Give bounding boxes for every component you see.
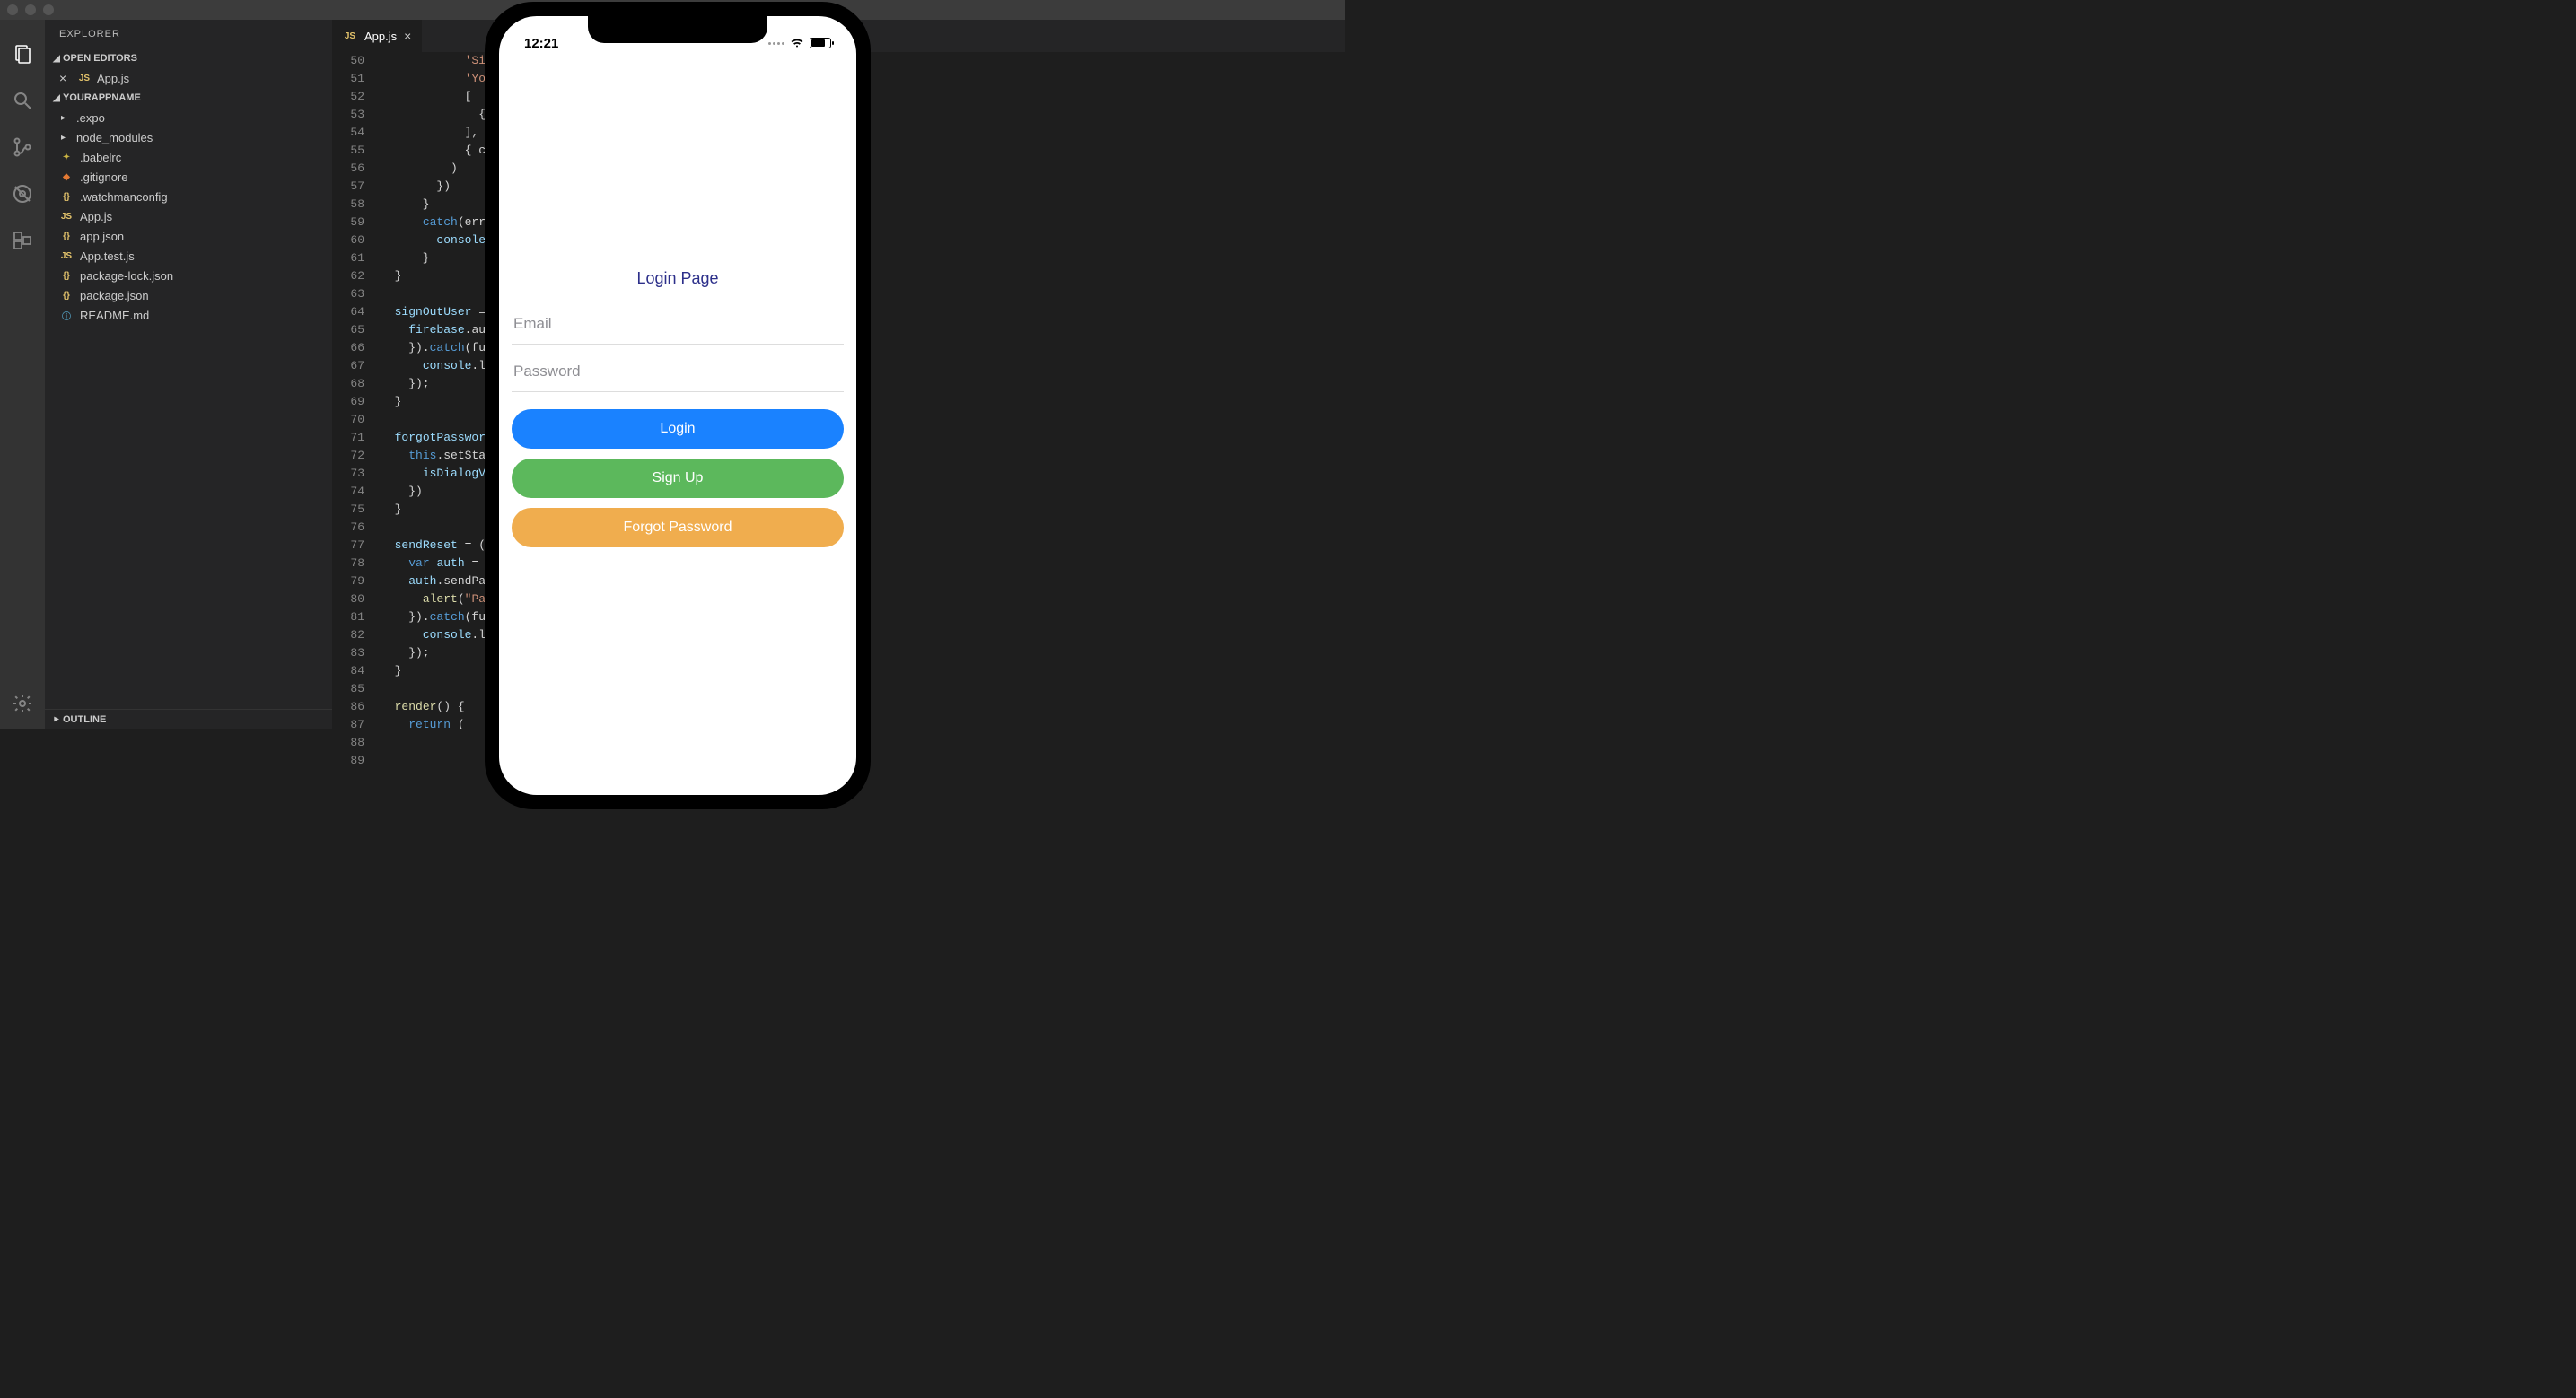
json-file-icon: {} <box>59 268 74 283</box>
phone-notch <box>588 16 767 43</box>
file-watchmanconfig[interactable]: {} .watchmanconfig <box>45 187 332 206</box>
tab-appjs[interactable]: JS App.js × <box>332 20 423 52</box>
open-editor-item[interactable]: × JS App.js <box>45 68 332 88</box>
extensions-icon[interactable] <box>10 228 35 253</box>
js-file-icon: JS <box>59 209 74 223</box>
explorer-icon[interactable] <box>10 41 35 66</box>
chevron-down-icon: ◢ <box>50 54 63 64</box>
file-label: package-lock.json <box>80 269 173 283</box>
file-appjs[interactable]: JS App.js <box>45 206 332 226</box>
chevron-right-icon: ▸ <box>61 133 70 143</box>
email-field[interactable] <box>512 304 844 345</box>
signup-button[interactable]: Sign Up <box>512 459 844 498</box>
outline-header[interactable]: ▸ OUTLINE <box>45 709 332 729</box>
password-field[interactable] <box>512 352 844 392</box>
file-label: app.json <box>80 230 124 243</box>
file-label: package.json <box>80 289 149 302</box>
outline-label: OUTLINE <box>63 714 106 725</box>
login-title: Login Page <box>512 269 844 288</box>
wifi-icon <box>790 38 804 48</box>
login-button[interactable]: Login <box>512 409 844 449</box>
sidebar-title: EXPLORER <box>45 20 332 48</box>
open-editors-label: OPEN EDITORS <box>63 53 137 64</box>
source-control-icon[interactable] <box>10 135 35 160</box>
tab-label: App.js <box>364 30 397 43</box>
file-appjson[interactable]: {} app.json <box>45 226 332 246</box>
file-readme[interactable]: ⓘ README.md <box>45 305 332 325</box>
settings-gear-icon[interactable] <box>10 691 35 716</box>
file-gitignore[interactable]: ◆ .gitignore <box>45 167 332 187</box>
folder-node-modules[interactable]: ▸ node_modules <box>45 127 332 147</box>
file-label: README.md <box>80 309 149 322</box>
close-icon[interactable]: × <box>404 29 411 43</box>
file-label: .babelrc <box>80 151 121 164</box>
search-icon[interactable] <box>10 88 35 113</box>
line-number-gutter: 50 51 52 53 54 55 56 57 58 59 60 61 62 6… <box>332 52 381 729</box>
js-file-icon: JS <box>59 249 74 263</box>
cellular-icon <box>768 42 784 45</box>
window-zoom-button[interactable] <box>43 4 54 15</box>
phone-screen: 12:21 Login Page Login Sign Up Forgot Pa… <box>499 16 856 795</box>
json-file-icon: {} <box>59 288 74 302</box>
chevron-right-icon: ▸ <box>50 714 63 724</box>
file-apptestjs[interactable]: JS App.test.js <box>45 246 332 266</box>
window-minimize-button[interactable] <box>25 4 36 15</box>
file-label: App.js <box>80 210 112 223</box>
explorer-sidebar: EXPLORER ◢ OPEN EDITORS × JS App.js ◢ YO… <box>45 20 332 729</box>
file-label: node_modules <box>76 131 153 144</box>
json-file-icon: {} <box>59 229 74 243</box>
window-close-button[interactable] <box>7 4 18 15</box>
project-label: YOURAPPNAME <box>63 92 141 103</box>
file-packagejson[interactable]: {} package.json <box>45 285 332 305</box>
status-time: 12:21 <box>524 36 558 51</box>
debug-icon[interactable] <box>10 181 35 206</box>
babel-file-icon: ✦ <box>59 150 74 164</box>
chevron-right-icon: ▸ <box>61 113 70 123</box>
battery-icon <box>810 38 831 48</box>
ios-simulator: 12:21 Login Page Login Sign Up Forgot Pa… <box>485 2 871 809</box>
file-label: App.test.js <box>80 249 135 263</box>
folder-expo[interactable]: ▸ .expo <box>45 108 332 127</box>
close-icon[interactable]: × <box>59 71 72 85</box>
activity-bar <box>0 20 45 729</box>
file-label: .watchmanconfig <box>80 190 168 204</box>
git-file-icon: ◆ <box>59 170 74 184</box>
js-file-icon: JS <box>343 29 357 43</box>
file-babelrc[interactable]: ✦ .babelrc <box>45 147 332 167</box>
chevron-down-icon: ◢ <box>50 93 63 103</box>
file-packagelockjson[interactable]: {} package-lock.json <box>45 266 332 285</box>
json-file-icon: {} <box>59 189 74 204</box>
project-header[interactable]: ◢ YOURAPPNAME <box>45 88 332 108</box>
js-file-icon: JS <box>77 71 92 85</box>
info-file-icon: ⓘ <box>59 308 74 322</box>
login-form: Login Page Login Sign Up Forgot Password <box>499 269 856 547</box>
file-label: .expo <box>76 111 105 125</box>
forgot-password-button[interactable]: Forgot Password <box>512 508 844 547</box>
open-editors-header[interactable]: ◢ OPEN EDITORS <box>45 48 332 68</box>
file-label: .gitignore <box>80 170 127 184</box>
open-file-label: App.js <box>97 72 129 85</box>
